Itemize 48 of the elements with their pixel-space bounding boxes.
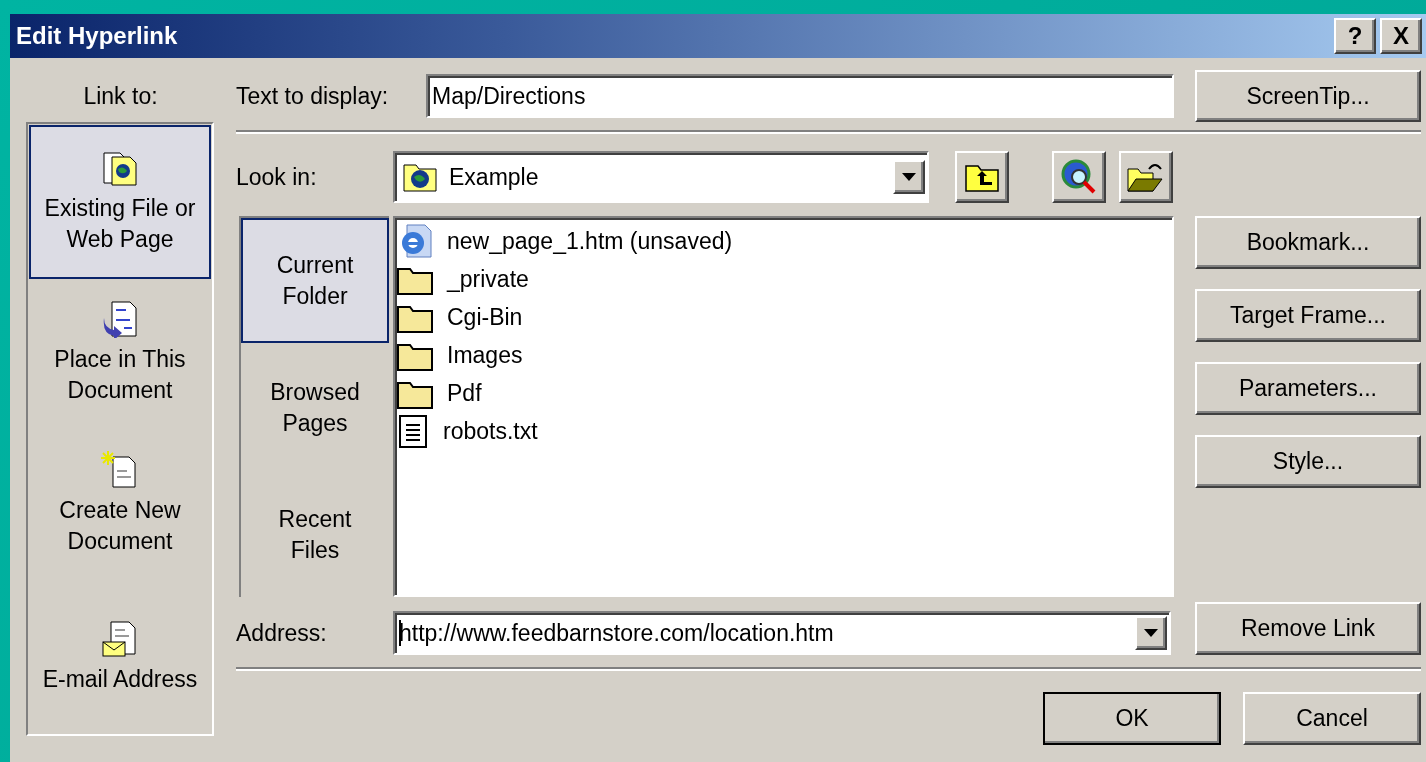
dialog-button[interactable]: Style...	[1195, 435, 1421, 488]
file-item[interactable]: robots.txt	[397, 412, 1170, 450]
up-folder-button[interactable]	[955, 151, 1009, 203]
places-item[interactable]: Recent Files	[241, 472, 389, 597]
help-button[interactable]: ?	[1334, 18, 1376, 54]
document-arrow-icon	[102, 299, 138, 338]
close-button[interactable]: X	[1380, 18, 1422, 54]
web-file-icon	[102, 149, 138, 188]
link-type-item[interactable]: Place in This Document	[29, 279, 211, 427]
text-to-display-field[interactable]: Map/Directions	[426, 74, 1174, 118]
text-cursor	[399, 620, 401, 646]
dialog-button[interactable]: Target Frame...	[1195, 289, 1421, 342]
window-title: Edit Hyperlink	[16, 22, 179, 50]
web-folder-icon	[403, 162, 437, 192]
file-item[interactable]: Cgi-Bin	[397, 298, 1170, 336]
dropdown-arrow-icon	[902, 173, 916, 181]
file-item[interactable]: Images	[397, 336, 1170, 374]
look-in-dropdown[interactable]: Example	[393, 151, 929, 203]
link-type-item[interactable]: E-mail Address	[29, 582, 211, 733]
up-folder-icon	[965, 162, 999, 192]
look-in-label: Look in:	[236, 163, 318, 191]
screentip-button[interactable]: ScreenTip...	[1195, 70, 1421, 122]
open-folder-icon	[1127, 161, 1165, 193]
link-type-item[interactable]: Create New Document	[29, 426, 211, 583]
new-document-icon	[101, 451, 139, 490]
dialog-button[interactable]: Parameters...	[1195, 362, 1421, 415]
dropdown-button[interactable]	[1135, 616, 1167, 650]
search-web-button[interactable]	[1052, 151, 1106, 203]
file-item[interactable]: _private	[397, 260, 1170, 298]
dropdown-arrow-icon	[1144, 629, 1158, 637]
address-dropdown[interactable]: http://www.feedbarnstore.com/location.htm	[393, 611, 1171, 655]
search-globe-icon	[1061, 159, 1097, 195]
text-file-icon	[397, 413, 429, 449]
cancel-button[interactable]: Cancel	[1243, 692, 1421, 745]
link-type-item[interactable]: Existing File or Web Page	[29, 125, 211, 280]
remove-link-button[interactable]: Remove Link	[1195, 602, 1421, 655]
text-to-display-label: Text to display:	[236, 82, 389, 110]
dialog-button[interactable]: Bookmark...	[1195, 216, 1421, 269]
dropdown-button[interactable]	[893, 160, 925, 194]
file-item[interactable]: new_page_1.htm (unsaved)	[397, 222, 1170, 260]
ok-button[interactable]: OK	[1043, 692, 1221, 745]
email-document-icon	[101, 620, 139, 659]
file-item[interactable]: Pdf	[397, 374, 1170, 412]
address-label: Address:	[236, 620, 328, 648]
link-to-label: Link to:	[83, 82, 158, 110]
places-item[interactable]: Current Folder	[241, 218, 389, 344]
browse-file-button[interactable]	[1119, 151, 1173, 203]
places-item[interactable]: Browsed Pages	[241, 343, 389, 473]
